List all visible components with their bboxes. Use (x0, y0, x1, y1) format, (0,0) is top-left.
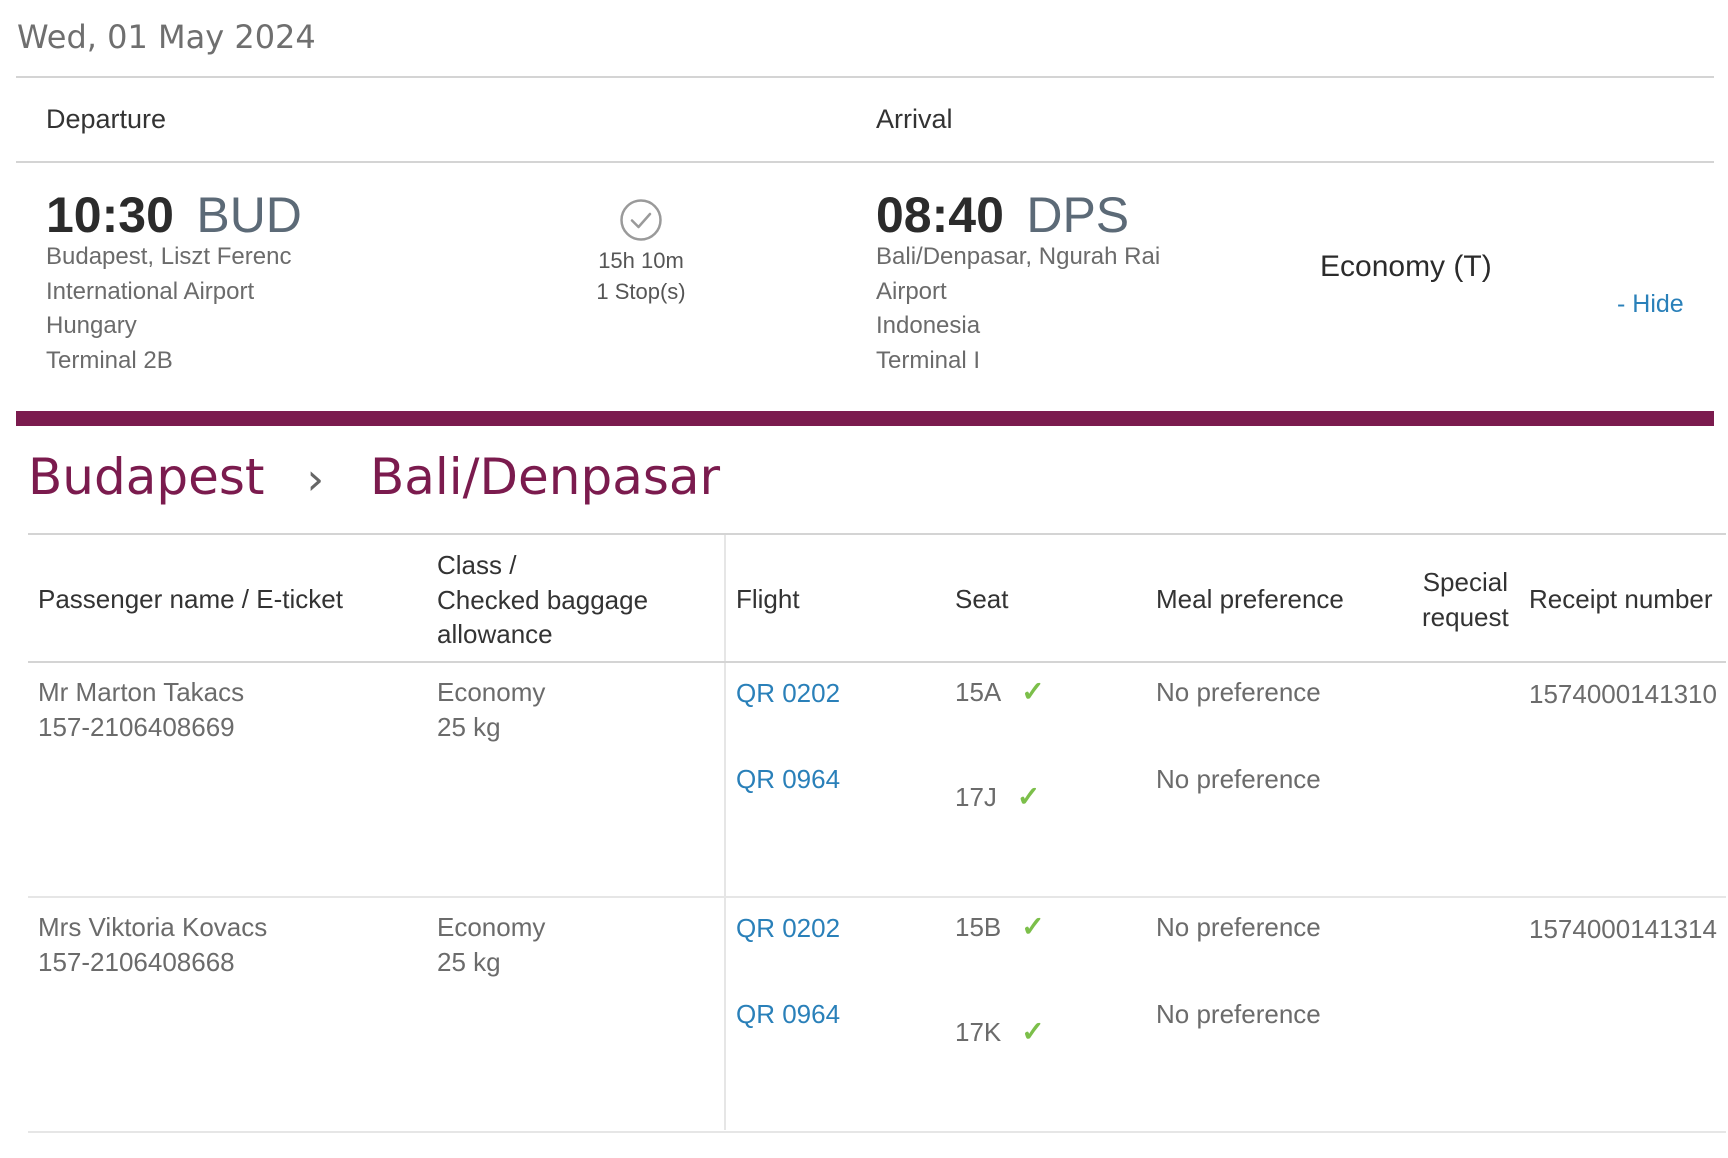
header-special-request: Special request (1422, 565, 1509, 634)
flight-link[interactable]: QR 0202 (736, 913, 840, 944)
column-divider (724, 535, 726, 1130)
departure-airport-line: Budapest, Liszt Ferenc (46, 243, 292, 270)
header-class-line: allowance (437, 619, 553, 649)
seat-number: 15A (955, 677, 1002, 707)
checkmark-icon: ✓ (1021, 1016, 1045, 1047)
header-passenger: Passenger name / E-ticket (38, 584, 343, 614)
route-origin: Budapest (28, 448, 265, 506)
arrival-code: DPS (1026, 187, 1130, 243)
cabin-class-cell: Economy (437, 677, 546, 707)
checkmark-icon: ✓ (1016, 781, 1041, 812)
e-ticket-number: 157-2106408669 (38, 711, 235, 742)
passenger-name: Mr Marton Takacs (38, 677, 245, 707)
hide-details-link[interactable]: - Hide (1617, 290, 1684, 319)
flight-date: Wed, 01 May 2024 (17, 18, 316, 56)
seat-cell[interactable]: 17J ✓ (955, 780, 1040, 815)
meal-preference: No preference (1156, 677, 1321, 707)
seat-cell[interactable]: 15A ✓ (955, 675, 1045, 710)
seat-number: 17J (955, 782, 997, 812)
header-seat: Seat (955, 584, 1009, 614)
passenger-name: Mrs Viktoria Kovacs (38, 912, 268, 942)
header-special-line: request (1422, 601, 1509, 632)
header-flight: Flight (736, 584, 800, 614)
departure-code: BUD (196, 187, 302, 243)
departure-address: Budapest, Liszt Ferenc International Air… (46, 240, 291, 378)
departure-country: Hungary (46, 312, 137, 339)
seat-number: 17K (955, 1017, 1002, 1047)
duration-time: 15h 10m (598, 248, 684, 273)
cabin-class: Economy (T) (1320, 250, 1492, 283)
departure-terminal: Terminal 2B (46, 346, 173, 374)
header-receipt: Receipt number (1529, 584, 1713, 614)
arrival-address: Bali/Denpasar, Ngurah Rai Airport Indone… (876, 240, 1160, 378)
divider (16, 161, 1714, 163)
header-bottom-border (28, 661, 1726, 663)
row-divider (28, 1131, 1726, 1133)
route-destination: Bali/Denpasar (369, 448, 721, 506)
class-baggage: Economy 25 kg (437, 675, 545, 744)
meal-preference: No preference (1156, 912, 1321, 942)
header-class: Class / Checked baggage allowance (437, 548, 648, 652)
cabin-class-cell: Economy (437, 912, 546, 942)
divider (16, 76, 1714, 78)
table-row: Mr Marton Takacs 157-2106408669 (38, 675, 244, 744)
stops-count: 1 Stop(s) (596, 279, 686, 304)
header-class-line: Class / (437, 550, 517, 580)
arrival-label: Arrival (876, 104, 953, 134)
class-baggage: Economy 25 kg (437, 910, 545, 979)
arrival-airport-line: Bali/Denpasar, Ngurah Rai (876, 243, 1161, 270)
chevron-right-icon: › (306, 454, 325, 505)
meal-preference: No preference (1156, 999, 1321, 1029)
header-class-line: Checked baggage (437, 584, 649, 615)
baggage-allowance: 25 kg (437, 946, 501, 977)
seat-cell[interactable]: 15B ✓ (955, 910, 1045, 945)
table-row: Mrs Viktoria Kovacs 157-2106408668 (38, 910, 267, 979)
seat-number: 15B (955, 912, 1002, 942)
meal-preference: No preference (1156, 764, 1321, 794)
arrival-country: Indonesia (876, 312, 981, 339)
arrival-time: 08:40 (876, 187, 1004, 243)
departure-airport-line: International Airport (46, 277, 255, 305)
checkmark-icon: ✓ (1021, 911, 1045, 942)
table-top-border (28, 533, 1726, 535)
header-meal: Meal preference (1156, 584, 1344, 614)
departure-label: Departure (46, 104, 167, 134)
departure-time: 10:30 (46, 187, 174, 243)
arrival-airport-line: Airport (876, 277, 947, 305)
receipt-number: 1574000141314 (1529, 914, 1717, 944)
e-ticket-number: 157-2106408668 (38, 946, 235, 977)
flight-link[interactable]: QR 0964 (736, 999, 840, 1030)
clock-check-icon (619, 198, 663, 247)
seat-cell[interactable]: 17K ✓ (955, 1015, 1045, 1050)
receipt-number: 1574000141310 (1529, 679, 1717, 709)
baggage-allowance: 25 kg (437, 711, 501, 742)
brand-divider-bar (16, 411, 1714, 426)
arrival-block: 08:40 DPS (876, 186, 1129, 244)
header-special-line: Special (1422, 567, 1508, 597)
flight-link[interactable]: QR 0964 (736, 764, 840, 795)
departure-block: 10:30 BUD (46, 186, 302, 244)
checkmark-icon: ✓ (1021, 676, 1045, 707)
flight-link[interactable]: QR 0202 (736, 678, 840, 709)
route-title: Budapest › Bali/Denpasar (28, 448, 720, 506)
row-divider (28, 896, 1726, 898)
arrival-terminal: Terminal I (876, 346, 981, 374)
